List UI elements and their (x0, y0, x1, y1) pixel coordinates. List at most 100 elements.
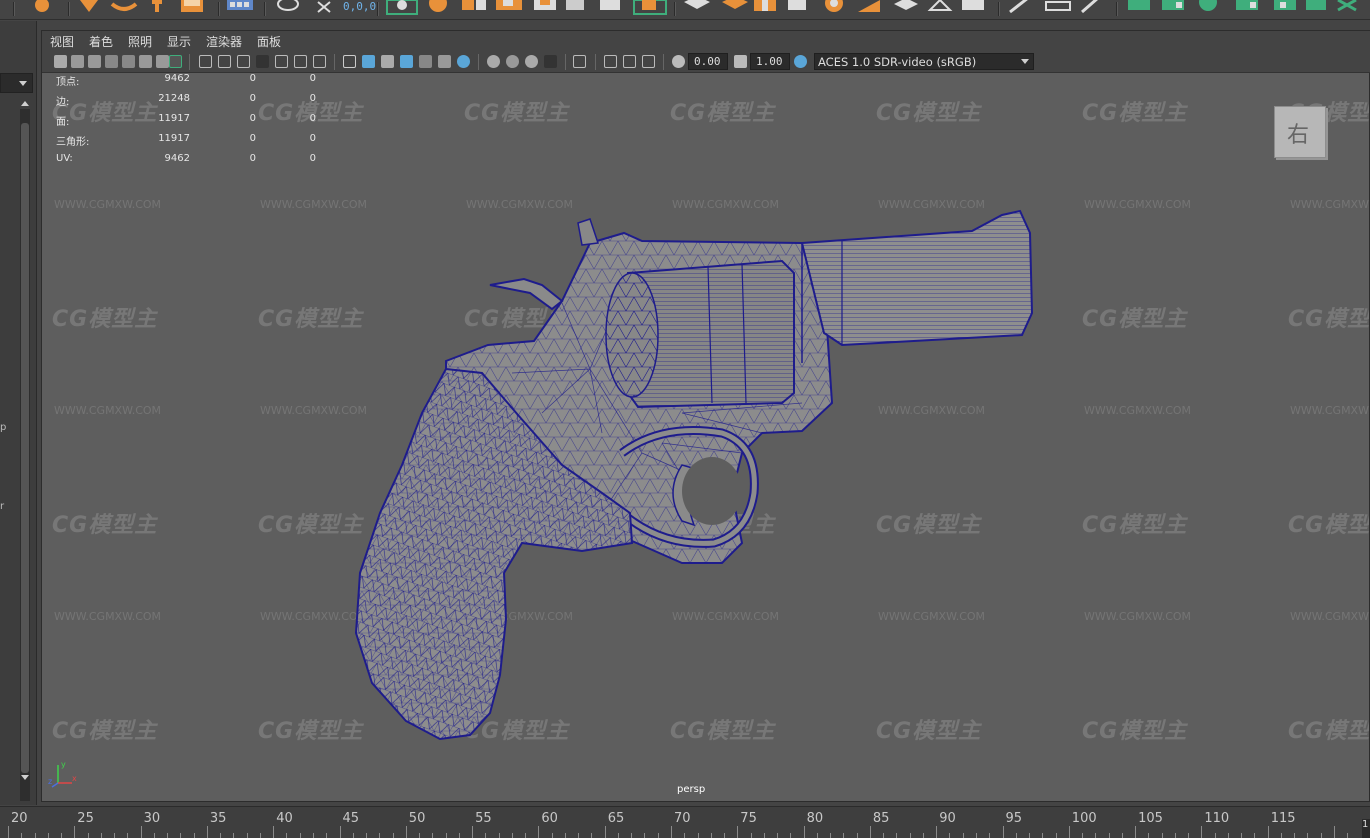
timeline-major-tick (140, 826, 142, 838)
transform-icon[interactable] (496, 0, 522, 10)
scroll-up-icon[interactable] (21, 101, 29, 106)
menu-show[interactable]: 显示 (167, 33, 191, 50)
hud-label: 面: (56, 117, 70, 128)
sphere2-icon[interactable] (429, 0, 447, 12)
green-sphere-icon[interactable] (1199, 0, 1217, 11)
box-icon[interactable] (181, 0, 203, 12)
scroll-down-icon[interactable] (21, 775, 29, 780)
menu-panels[interactable]: 面板 (257, 33, 281, 50)
timeline-minor-tick (379, 833, 381, 838)
flat-icon[interactable] (894, 0, 918, 10)
select-icon[interactable] (462, 0, 486, 10)
2d-pan-icon[interactable] (139, 55, 152, 68)
lock-icon[interactable] (156, 55, 169, 68)
time-slider[interactable]: 20 25 30 35 40 45 50 55 60 65 70 75 80 85 90 95 100 105 11… (0, 806, 1370, 838)
camera-attr-icon[interactable] (71, 55, 84, 68)
gamma-field[interactable]: 1.00 (750, 53, 790, 70)
gate-mask-icon[interactable] (256, 55, 269, 68)
bridge-icon[interactable] (1045, 1, 1071, 11)
hud-value: 9462 (164, 73, 190, 84)
film-gate-icon[interactable] (218, 55, 231, 68)
timeline-minor-tick (61, 833, 63, 838)
snap-icon[interactable] (386, 0, 418, 15)
shadows-icon[interactable] (457, 55, 470, 68)
bracket-icon[interactable] (600, 0, 667, 15)
hud-row-faces: 面: 11917 0 0 (56, 113, 316, 133)
wireframe-on-shaded-icon[interactable] (400, 55, 413, 68)
isolate-select-icon[interactable] (573, 55, 586, 68)
safe-title-icon[interactable] (313, 55, 326, 68)
timeline-minor-tick (1280, 833, 1282, 838)
smooth-shade-icon[interactable] (362, 55, 375, 68)
menu-shading[interactable]: 着色 (89, 33, 113, 50)
timeline-major-tick (1267, 826, 1269, 838)
lasso-icon[interactable] (277, 0, 299, 11)
lights-icon[interactable] (438, 55, 451, 68)
screen-space-ao-icon[interactable] (487, 55, 500, 68)
exposure-icon[interactable] (672, 55, 685, 68)
sphere-icon[interactable] (35, 0, 49, 12)
xray-joints-icon[interactable] (642, 55, 655, 68)
view-cube[interactable]: 右 (1274, 106, 1326, 158)
textured-icon[interactable] (419, 55, 432, 68)
green-icon[interactable] (1274, 0, 1296, 10)
menu-renderer[interactable]: 渲染器 (206, 33, 242, 50)
grid3-icon[interactable] (962, 0, 984, 10)
gamma-icon[interactable] (734, 55, 747, 68)
timeline-major-tick (1002, 826, 1004, 838)
timeline-minor-tick (777, 833, 779, 838)
xray-active-icon[interactable] (623, 55, 636, 68)
mesh-icon[interactable] (927, 0, 953, 11)
grid-icon[interactable] (227, 0, 253, 10)
color-space-dropdown[interactable]: ACES 1.0 SDR-video (sRGB) (814, 53, 1034, 70)
grease-pencil-icon[interactable] (122, 55, 135, 68)
camera-icon[interactable] (54, 55, 67, 68)
xray-icon[interactable] (604, 55, 617, 68)
field-chart-icon[interactable] (275, 55, 288, 68)
grid2-icon[interactable] (566, 0, 584, 10)
revolver-cylinder (605, 259, 795, 409)
brush-icon[interactable] (1081, 0, 1098, 14)
merge-icon[interactable] (534, 0, 556, 10)
revolver-model[interactable] (42, 73, 1369, 801)
sphere3-icon[interactable] (825, 0, 843, 12)
wedge-icon[interactable] (858, 0, 880, 12)
polygon-icon[interactable] (684, 0, 710, 9)
text-icon[interactable] (152, 0, 162, 12)
bookmark-icon[interactable] (88, 55, 101, 68)
green-cube-icon[interactable] (1128, 0, 1150, 10)
timeline-minor-tick (883, 833, 885, 838)
timeline-minor-tick (1294, 833, 1296, 838)
exposure-field[interactable]: 0.00 (688, 53, 728, 70)
menu-view[interactable]: 视图 (50, 33, 74, 50)
safe-action-icon[interactable] (294, 55, 307, 68)
scrollbar-thumb[interactable] (21, 123, 29, 773)
cube3-icon[interactable] (788, 0, 806, 10)
move-icon[interactable] (317, 1, 331, 13)
wireframe-icon[interactable] (343, 55, 356, 68)
curve-icon[interactable] (110, 2, 138, 11)
cube-icon[interactable] (722, 0, 748, 9)
depth-of-field-icon[interactable] (544, 55, 557, 68)
anti-aliasing-icon[interactable] (525, 55, 538, 68)
hud-value: 0 (249, 93, 256, 104)
cube2-icon[interactable] (754, 0, 776, 11)
timeline-frame-number: 35 (209, 811, 227, 826)
green-split-icon[interactable] (1236, 0, 1258, 10)
left-panel-dropdown[interactable] (0, 73, 33, 93)
green-cube2-icon[interactable] (1162, 0, 1184, 10)
color-management-icon[interactable] (794, 55, 807, 68)
grid-toggle-icon[interactable] (199, 55, 212, 68)
knife-icon[interactable] (1009, 0, 1028, 14)
joint-icon[interactable] (80, 0, 98, 12)
motion-blur-icon[interactable] (506, 55, 519, 68)
menu-lighting[interactable]: 照明 (128, 33, 152, 50)
current-frame-indicator[interactable]: 1 (1362, 819, 1370, 838)
green-x-icon[interactable] (1306, 0, 1357, 12)
resolution-gate-icon[interactable] (237, 55, 250, 68)
3d-viewport[interactable]: CG模型主 WWW.CGMXW.COM CG模型主 WWW.CGMXW.COM CG模型… (42, 73, 1369, 801)
pencil-icon[interactable] (169, 55, 182, 68)
image-plane-icon[interactable] (105, 55, 118, 68)
default-material-icon[interactable] (381, 55, 394, 68)
left-panel-scrollbar[interactable] (20, 109, 30, 801)
